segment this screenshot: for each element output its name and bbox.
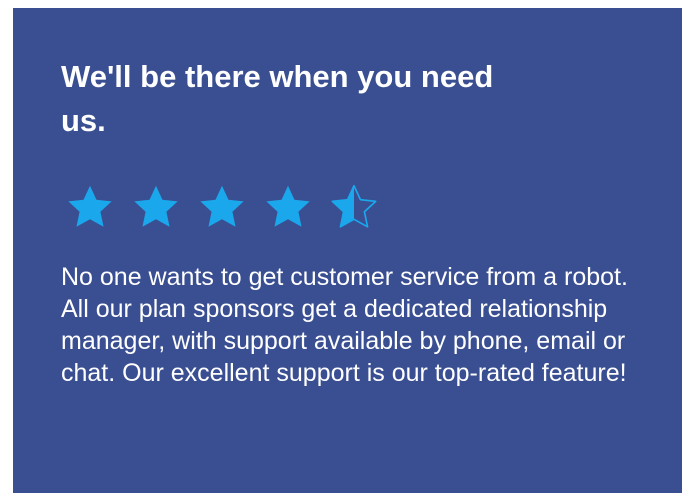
star-icon xyxy=(200,185,244,227)
card-body-text: No one wants to get customer service fro… xyxy=(61,263,628,387)
support-card: We'll be there when you need us. No one … xyxy=(13,8,682,493)
card-headline: We'll be there when you need us. xyxy=(61,59,494,138)
half-star-icon xyxy=(331,184,377,228)
star-icon xyxy=(134,185,178,227)
star-rating xyxy=(61,183,642,231)
star-icon xyxy=(266,185,310,227)
star-icon xyxy=(68,185,112,227)
